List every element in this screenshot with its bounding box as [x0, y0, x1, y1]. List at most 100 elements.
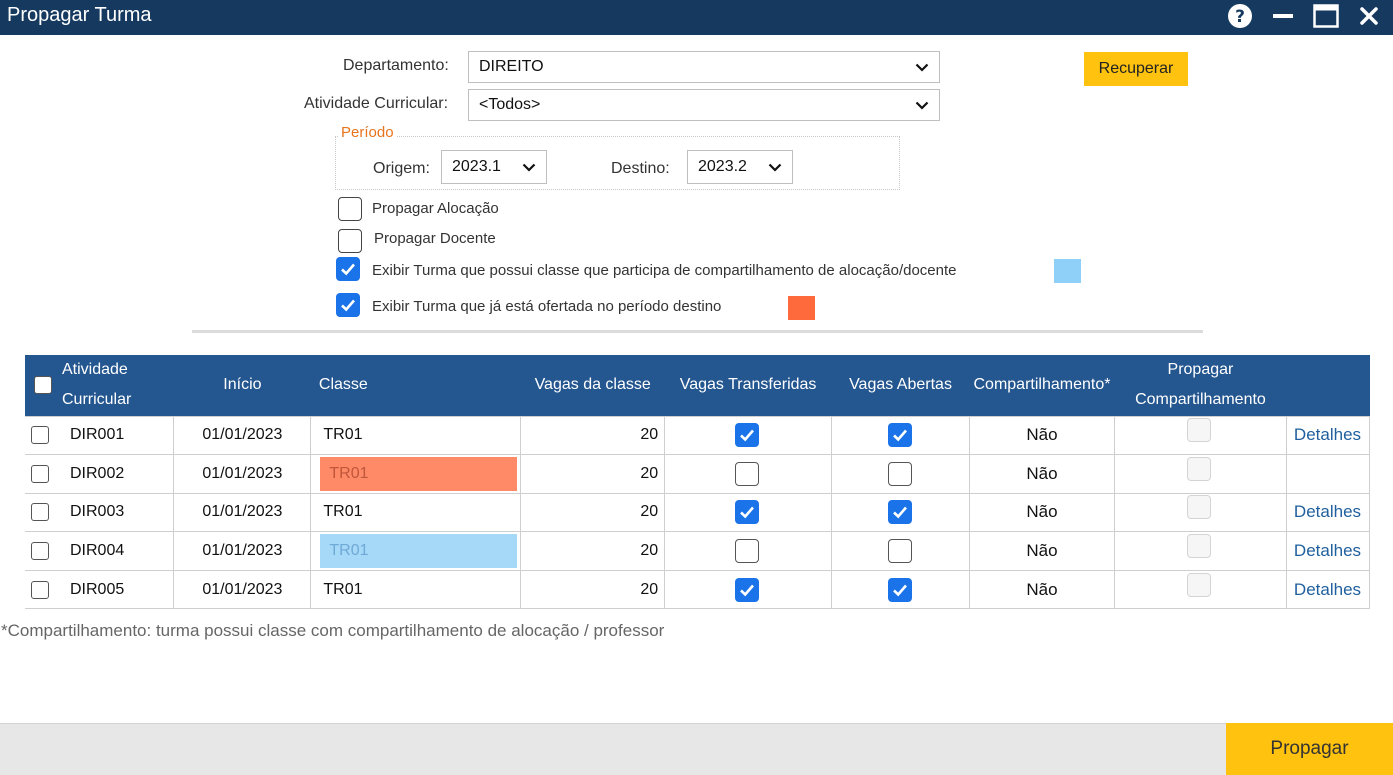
detalhes-link[interactable]: Detalhes: [1294, 580, 1361, 599]
header-atividade-curricular[interactable]: Atividade Curricular: [58, 355, 174, 416]
maximize-icon[interactable]: [1311, 2, 1341, 30]
vagas-transferidas-cell: [664, 454, 833, 494]
inicio-value: 01/01/2023: [202, 426, 283, 444]
classe-cell: TR01: [310, 492, 522, 533]
vagas-abertas-checkbox[interactable]: [888, 500, 913, 525]
vagas-value: 20: [640, 426, 659, 444]
header-propagar-compartilhamento[interactable]: Propagar Compartilhamento: [1114, 355, 1286, 416]
origem-value: 2023.1: [452, 158, 501, 175]
check-icon: [893, 507, 908, 519]
vagas-abertas-checkbox[interactable]: [888, 539, 913, 564]
header-vagas-classe[interactable]: Vagas da classe: [521, 355, 665, 416]
table-row[interactable]: DIR001 01/01/2023 TR01 20 Não Detalhes: [25, 415, 1371, 456]
check-icon: [893, 429, 908, 442]
vagas-transferidas-cell: [664, 531, 833, 571]
table-row[interactable]: DIR005 01/01/2023 TR01 20 Não Detalhes: [25, 569, 1371, 610]
atividade-value: DIR003: [69, 503, 125, 521]
table-row[interactable]: DIR004 01/01/2023 TR01 20 Não Detalhes: [25, 531, 1371, 571]
table-header-row: Atividade Curricular Início Classe Vagas…: [25, 355, 1370, 416]
svg-text:?: ?: [1235, 7, 1245, 27]
row-select-checkbox[interactable]: [31, 580, 49, 599]
vagas-transferidas-cell: [664, 492, 833, 533]
compartilhamento-cell: Não: [968, 454, 1115, 494]
exibir-ofertada-label: Exibir Turma que já está ofertada no per…: [372, 298, 722, 315]
propagar-compartilhamento-checkbox: [1186, 534, 1211, 559]
header-compartilhamento[interactable]: Compartilhamento*: [969, 355, 1114, 416]
classe-cell: TR01: [310, 569, 522, 610]
detalhes-link[interactable]: Detalhes: [1294, 541, 1361, 560]
detalhes-link[interactable]: Detalhes: [1294, 502, 1361, 521]
footer-bar: [0, 723, 1393, 775]
departamento-select[interactable]: DIREITO: [468, 51, 940, 83]
help-icon[interactable]: ?: [1225, 2, 1255, 30]
vagas-value: 20: [640, 542, 659, 560]
row-select-checkbox[interactable]: [31, 464, 49, 483]
vagas-abertas-checkbox[interactable]: [888, 423, 913, 448]
table-row[interactable]: DIR003 01/01/2023 TR01 20 Não Detalhes: [25, 492, 1371, 533]
inicio-value: 01/01/2023: [202, 580, 283, 598]
propagar-compartilhamento-checkbox: [1186, 418, 1211, 443]
exibir-compartilhamento-checkbox[interactable]: [336, 257, 360, 281]
section-divider: [192, 330, 1203, 333]
compartilhamento-value: Não: [1026, 541, 1058, 561]
compartilhamento-cell: Não: [968, 415, 1115, 456]
ofertada-color-swatch: [788, 296, 815, 320]
atividade-cell: DIR001: [57, 415, 175, 456]
vagas-abertas-checkbox[interactable]: [888, 577, 913, 602]
recuperar-button[interactable]: Recuperar: [1084, 52, 1188, 86]
vagas-transferidas-cell: [664, 569, 833, 610]
chevron-down-icon: [522, 163, 536, 172]
propagar-button[interactable]: Propagar: [1226, 723, 1393, 775]
row-select-cell: [25, 569, 58, 610]
destino-label: Destino:: [611, 160, 670, 177]
destino-select[interactable]: 2023.2: [687, 150, 793, 184]
vagas-value: 20: [640, 503, 659, 521]
table-row[interactable]: DIR002 01/01/2023 TR01 20 Não: [25, 454, 1371, 494]
header-classe[interactable]: Classe: [311, 355, 521, 416]
atividade-value: DIR004: [69, 542, 125, 560]
vagas-abertas-checkbox[interactable]: [888, 461, 913, 486]
detalhes-cell: Detalhes: [1285, 531, 1371, 571]
vagas-value: 20: [640, 580, 659, 598]
propagar-alocacao-checkbox[interactable]: [338, 197, 362, 221]
origem-select[interactable]: 2023.1: [441, 150, 547, 184]
destino-value: 2023.2: [698, 158, 747, 175]
vagas-abertas-cell: [831, 492, 970, 533]
check-icon: [341, 263, 355, 276]
chevron-down-icon: [768, 163, 782, 172]
check-icon: [893, 584, 908, 597]
atividade-curricular-select[interactable]: <Todos>: [468, 89, 940, 121]
classe-cell: TR01: [310, 415, 522, 456]
origem-label: Origem:: [373, 160, 430, 177]
compartilhamento-footnote: *Compartilhamento: turma possui classe c…: [1, 621, 665, 640]
check-icon: [341, 299, 355, 312]
propagar-alocacao-label: Propagar Alocação: [372, 200, 499, 217]
compartilhamento-value: Não: [1026, 579, 1058, 599]
row-select-checkbox[interactable]: [31, 541, 49, 560]
minimize-icon[interactable]: [1268, 2, 1298, 30]
header-inicio[interactable]: Início: [174, 355, 311, 416]
exibir-ofertada-checkbox[interactable]: [336, 293, 360, 317]
row-select-checkbox[interactable]: [31, 503, 49, 522]
vagas-transferidas-checkbox[interactable]: [735, 500, 760, 525]
close-icon[interactable]: [1354, 2, 1384, 30]
atividade-cell: DIR002: [57, 454, 175, 494]
detalhes-cell: [1285, 454, 1371, 494]
atividade-value: DIR005: [69, 580, 125, 598]
row-select-checkbox[interactable]: [31, 426, 49, 445]
row-select-cell: [25, 531, 58, 571]
inicio-value: 01/01/2023: [202, 464, 283, 482]
detalhes-link[interactable]: Detalhes: [1294, 425, 1361, 444]
vagas-transferidas-checkbox[interactable]: [735, 577, 760, 602]
propagar-compartilhamento-checkbox: [1186, 495, 1211, 520]
header-vagas-abertas[interactable]: Vagas Abertas: [832, 355, 970, 416]
header-vagas-transferidas[interactable]: Vagas Transferidas: [665, 355, 832, 416]
inicio-cell: 01/01/2023: [173, 531, 312, 571]
vagas-transferidas-checkbox[interactable]: [735, 539, 760, 564]
vagas-transferidas-checkbox[interactable]: [735, 461, 760, 486]
vagas-transferidas-checkbox[interactable]: [735, 423, 760, 448]
compartilhamento-value: Não: [1026, 502, 1058, 522]
propagar-docente-checkbox[interactable]: [338, 229, 362, 253]
select-all-checkbox[interactable]: [33, 376, 52, 395]
vagas-cell: 20: [520, 492, 666, 533]
